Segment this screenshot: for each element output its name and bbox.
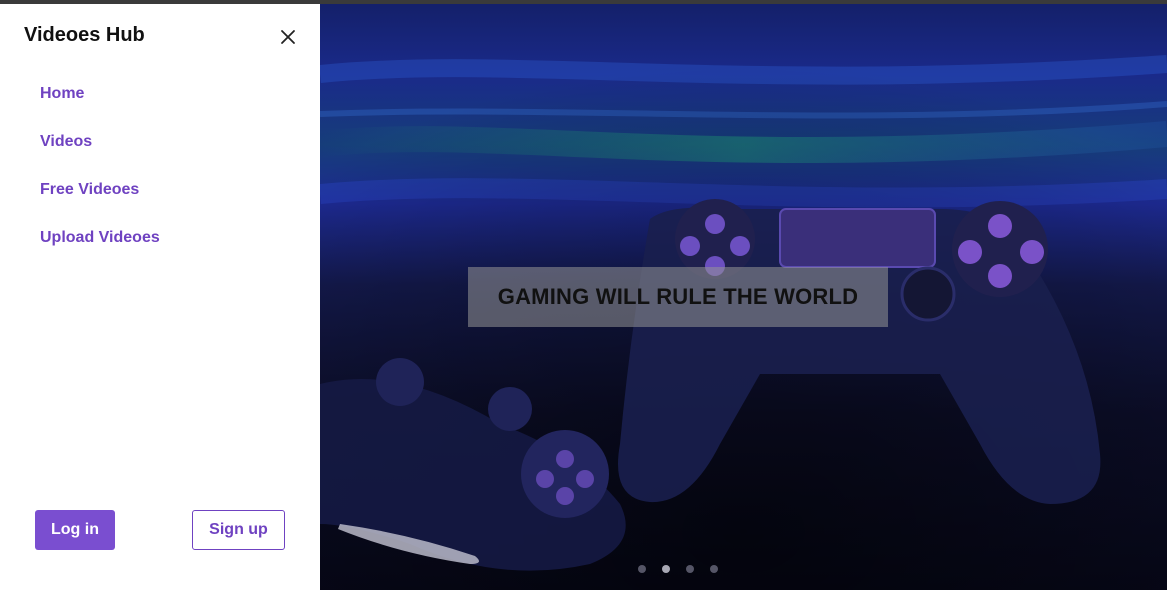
nav-item-upload-videoes[interactable]: Upload Videoes — [40, 226, 160, 274]
carousel-dot-3[interactable] — [686, 565, 694, 573]
nav-item-home[interactable]: Home — [40, 82, 160, 130]
nav-item-videos[interactable]: Videos — [40, 130, 160, 178]
carousel-dot-4[interactable] — [710, 565, 718, 573]
login-button[interactable]: Log in — [35, 510, 115, 550]
carousel-dot-1[interactable] — [638, 565, 646, 573]
carousel-indicators — [638, 565, 718, 573]
sidebar-nav: Home Videos Free Videoes Upload Videoes — [40, 82, 160, 274]
sidebar-drawer: Videoes Hub Home Videos Free Videoes Upl… — [0, 4, 320, 590]
hero-carousel: GAMING WILL RULE THE WORLD — [320, 4, 1167, 590]
brand-title: Videoes Hub — [24, 24, 145, 46]
nav-item-free-videoes[interactable]: Free Videoes — [40, 178, 160, 226]
close-button[interactable] — [276, 25, 300, 49]
slide-caption: GAMING WILL RULE THE WORLD — [468, 267, 888, 327]
signup-button[interactable]: Sign up — [192, 510, 285, 550]
close-icon — [281, 30, 295, 44]
carousel-dot-2[interactable] — [662, 565, 670, 573]
top-bar — [0, 0, 1167, 4]
